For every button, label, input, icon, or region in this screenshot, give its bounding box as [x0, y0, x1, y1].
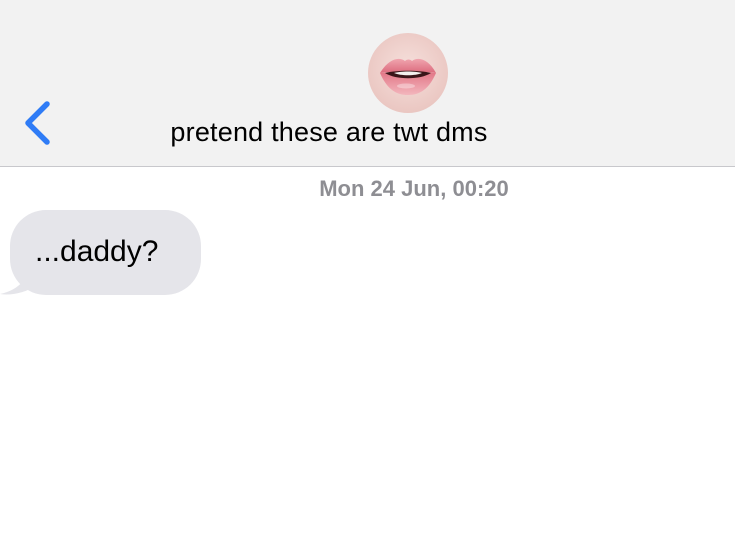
message-text: ...daddy?: [35, 235, 159, 268]
lips-icon: [368, 33, 448, 113]
message-timestamp: Mon 24 Jun, 00:20: [319, 176, 509, 201]
contact-name[interactable]: pretend these are twt dms: [0, 117, 658, 148]
conversation-header: pretend these are twt dms: [0, 0, 735, 167]
avatar[interactable]: [368, 33, 448, 113]
dm-screen: pretend these are twt dms Mon 24 Jun, 00…: [0, 0, 735, 545]
